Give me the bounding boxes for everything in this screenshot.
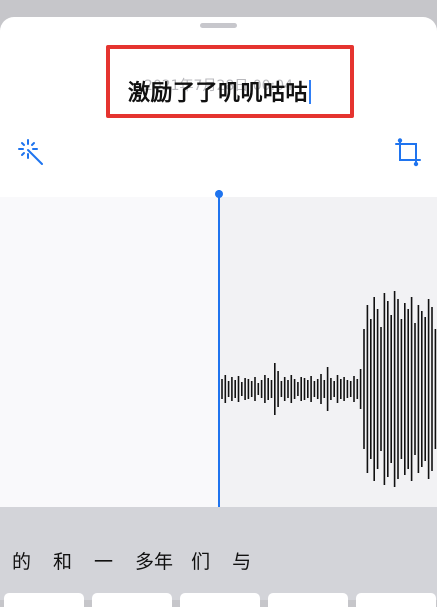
candidate-item[interactable]: 多年: [135, 547, 173, 574]
enhance-recording-button[interactable]: [18, 138, 48, 168]
key-row: [0, 593, 437, 607]
keyboard-key[interactable]: [356, 593, 436, 607]
keyboard-key[interactable]: [4, 593, 84, 607]
recording-title-text: 激励了了叽叽咕咕: [128, 81, 309, 106]
trim-crop-icon: [395, 138, 421, 167]
text-caret: [309, 80, 312, 104]
waveform-area[interactable]: [0, 190, 437, 508]
playhead[interactable]: [215, 190, 223, 508]
recording-title-field[interactable]: 激励了了叽叽咕咕: [128, 75, 312, 107]
candidate-item[interactable]: 的: [12, 547, 31, 574]
keyboard: 的 和 一 多年 们 与: [0, 507, 437, 607]
candidate-item[interactable]: 和: [53, 547, 72, 574]
candidate-item[interactable]: 与: [232, 547, 251, 574]
keyboard-top-bar: [0, 507, 437, 539]
sheet-grabber[interactable]: [200, 23, 237, 28]
playhead-handle[interactable]: [215, 190, 223, 198]
keyboard-key[interactable]: [92, 593, 172, 607]
candidate-item[interactable]: 们: [191, 547, 210, 574]
candidate-item[interactable]: 一: [94, 547, 113, 574]
keyboard-key[interactable]: [268, 593, 348, 607]
candidate-bar: 的 和 一 多年 们 与: [0, 539, 437, 581]
magic-wand-icon: [18, 139, 43, 165]
keyboard-key[interactable]: [180, 593, 260, 607]
trim-button[interactable]: [394, 138, 424, 168]
